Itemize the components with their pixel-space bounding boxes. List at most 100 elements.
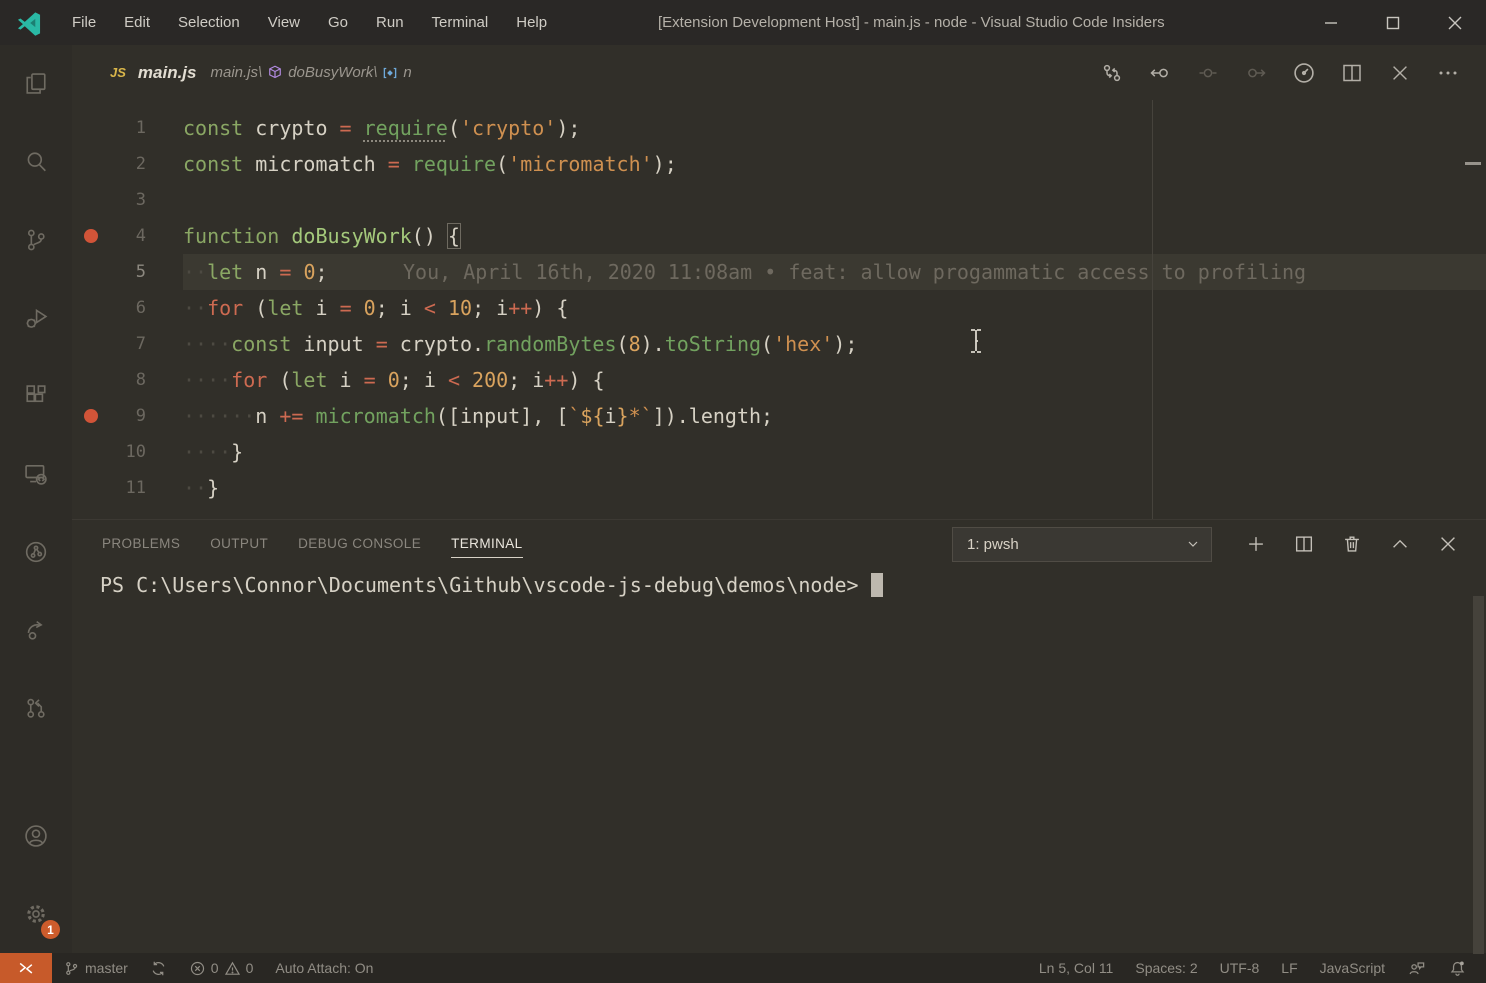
more-actions-icon[interactable] bbox=[1424, 53, 1472, 93]
breadcrumb-variable[interactable]: n bbox=[403, 64, 411, 81]
breakpoint-dot[interactable] bbox=[84, 229, 98, 243]
editor-actions bbox=[1088, 45, 1472, 100]
terminal-instance-select[interactable]: 1: pwsh bbox=[952, 527, 1212, 562]
terminal[interactable]: PS C:\Users\Connor\Documents\Github\vsco… bbox=[72, 568, 1486, 953]
editor-gutter[interactable]: 3 bbox=[72, 182, 183, 218]
activitybar-search[interactable] bbox=[0, 123, 72, 201]
editor-gutter[interactable]: 11 bbox=[72, 470, 183, 506]
feedback-status[interactable] bbox=[1396, 953, 1437, 983]
editor-gutter[interactable]: 9 bbox=[72, 398, 183, 434]
menu-file[interactable]: File bbox=[58, 0, 110, 45]
menu-view[interactable]: View bbox=[254, 0, 314, 45]
symbol-variable-icon bbox=[381, 64, 399, 82]
code-line-10[interactable]: 10····} bbox=[72, 434, 1486, 470]
auto-attach-status[interactable]: Auto Attach: On bbox=[264, 953, 384, 983]
code-line-11[interactable]: 11··} bbox=[72, 470, 1486, 506]
encoding-status[interactable]: UTF-8 bbox=[1209, 953, 1271, 983]
eol-status[interactable]: LF bbox=[1270, 953, 1308, 983]
editor-gutter[interactable]: 4 bbox=[72, 218, 183, 254]
indentation-status[interactable]: Spaces: 2 bbox=[1124, 953, 1208, 983]
close-editor-icon[interactable] bbox=[1376, 53, 1424, 93]
code-line-2[interactable]: 2 const micromatch = require('micromatch'… bbox=[72, 146, 1486, 182]
activitybar-accounts[interactable] bbox=[0, 797, 72, 875]
split-terminal-icon[interactable] bbox=[1280, 524, 1328, 564]
activitybar-live-share[interactable] bbox=[0, 591, 72, 669]
javascript-file-icon: JS bbox=[110, 65, 126, 80]
remote-explorer-icon bbox=[22, 460, 50, 488]
step-forward-icon[interactable] bbox=[1232, 53, 1280, 93]
editor-tab-label[interactable]: main.js bbox=[138, 63, 197, 83]
breakpoint-dot[interactable] bbox=[84, 409, 98, 423]
code-line-3[interactable]: 3 bbox=[72, 182, 1486, 218]
code-line-content: ··let n = 0;You, April 16th, 2020 11:08a… bbox=[183, 254, 1486, 290]
close-window-button[interactable] bbox=[1424, 0, 1486, 45]
tab-terminal[interactable]: TERMINAL bbox=[451, 530, 522, 558]
maximize-panel-icon[interactable] bbox=[1376, 524, 1424, 564]
menu-run[interactable]: Run bbox=[362, 0, 418, 45]
activitybar-settings[interactable]: 1 bbox=[0, 875, 72, 953]
editor-gutter[interactable]: 5 bbox=[72, 254, 183, 290]
menu-help[interactable]: Help bbox=[502, 0, 561, 45]
sync-status[interactable] bbox=[139, 953, 178, 983]
remote-indicator[interactable] bbox=[0, 953, 52, 983]
line-number: 10 bbox=[126, 434, 146, 470]
extensions-icon bbox=[22, 382, 50, 410]
editor-gutter[interactable]: 2 bbox=[72, 146, 183, 182]
editor-gutter[interactable]: 10 bbox=[72, 434, 183, 470]
editor-gutter[interactable]: 7 bbox=[72, 326, 183, 362]
editor-gutter[interactable]: 1 bbox=[72, 110, 183, 146]
code-line-8[interactable]: 8····for (let i = 0; i < 200; i++) { bbox=[72, 362, 1486, 398]
branch-status[interactable]: master bbox=[52, 953, 139, 983]
activitybar-remote-explorer[interactable] bbox=[0, 435, 72, 513]
code-line-content: ····const input = crypto.randomBytes(8).… bbox=[183, 326, 1486, 362]
terminal-scrollbar[interactable] bbox=[1473, 596, 1484, 954]
activitybar-extensions[interactable] bbox=[0, 357, 72, 435]
activitybar-run-debug[interactable] bbox=[0, 279, 72, 357]
menu-go[interactable]: Go bbox=[314, 0, 362, 45]
activitybar-pull-requests[interactable] bbox=[0, 669, 72, 747]
tab-debug-console[interactable]: DEBUG CONSOLE bbox=[298, 530, 421, 558]
editor-title-bar: JS main.js main.js\ doBusyWork\ n bbox=[72, 45, 1486, 100]
problems-status[interactable]: 0 0 bbox=[178, 953, 265, 983]
activitybar-profile-visualizer[interactable] bbox=[0, 513, 72, 591]
code-editor[interactable]: 1const crypto = require('crypto');2 const… bbox=[72, 100, 1486, 519]
code-line-7[interactable]: 7····const input = crypto.randomBytes(8)… bbox=[72, 326, 1486, 362]
step-back-icon[interactable] bbox=[1136, 53, 1184, 93]
code-line-9[interactable]: 9······n += micromatch([input], [`${i}*`… bbox=[72, 398, 1486, 434]
window-title: [Extension Development Host] - main.js -… bbox=[658, 0, 1165, 45]
activity-bar: 1 bbox=[0, 45, 72, 953]
breadcrumb-symbol[interactable]: doBusyWork\ bbox=[288, 64, 377, 81]
notifications-status[interactable] bbox=[1437, 953, 1478, 983]
close-panel-icon[interactable] bbox=[1424, 524, 1472, 564]
breadcrumb-file[interactable]: main.js\ bbox=[211, 64, 263, 81]
activitybar-explorer[interactable] bbox=[0, 45, 72, 123]
language-mode-status[interactable]: JavaScript bbox=[1309, 953, 1396, 983]
step-over-icon[interactable] bbox=[1184, 53, 1232, 93]
code-line-4[interactable]: 4function doBusyWork() { bbox=[72, 218, 1486, 254]
code-line-content: const micromatch = require('micromatch')… bbox=[183, 146, 1486, 182]
code-line-1[interactable]: 1const crypto = require('crypto'); bbox=[72, 110, 1486, 146]
menu-edit[interactable]: Edit bbox=[110, 0, 164, 45]
menu-selection[interactable]: Selection bbox=[164, 0, 254, 45]
cursor-position-status[interactable]: Ln 5, Col 11 bbox=[1028, 953, 1124, 983]
menu-terminal[interactable]: Terminal bbox=[418, 0, 503, 45]
tab-problems[interactable]: PROBLEMS bbox=[102, 530, 180, 558]
search-icon bbox=[22, 148, 50, 176]
kill-terminal-icon[interactable] bbox=[1328, 524, 1376, 564]
tab-output[interactable]: OUTPUT bbox=[210, 530, 268, 558]
activitybar-source-control[interactable] bbox=[0, 201, 72, 279]
editor-gutter[interactable]: 8 bbox=[72, 362, 183, 398]
new-terminal-icon[interactable] bbox=[1232, 524, 1280, 564]
profile-run-icon[interactable] bbox=[1280, 53, 1328, 93]
code-line-6[interactable]: 6··for (let i = 0; i < 10; i++) { bbox=[72, 290, 1486, 326]
minimize-button[interactable] bbox=[1300, 0, 1362, 45]
split-editor-icon[interactable] bbox=[1328, 53, 1376, 93]
line-number: 2 bbox=[136, 146, 146, 182]
terminal-cursor bbox=[871, 573, 883, 597]
panel-header: PROBLEMS OUTPUT DEBUG CONSOLE TERMINAL 1… bbox=[72, 520, 1486, 568]
feedback-icon bbox=[1407, 959, 1426, 978]
code-line-5[interactable]: 5··let n = 0;You, April 16th, 2020 11:08… bbox=[72, 254, 1486, 290]
editor-gutter[interactable]: 6 bbox=[72, 290, 183, 326]
open-changes-icon[interactable] bbox=[1088, 53, 1136, 93]
maximize-button[interactable] bbox=[1362, 0, 1424, 45]
